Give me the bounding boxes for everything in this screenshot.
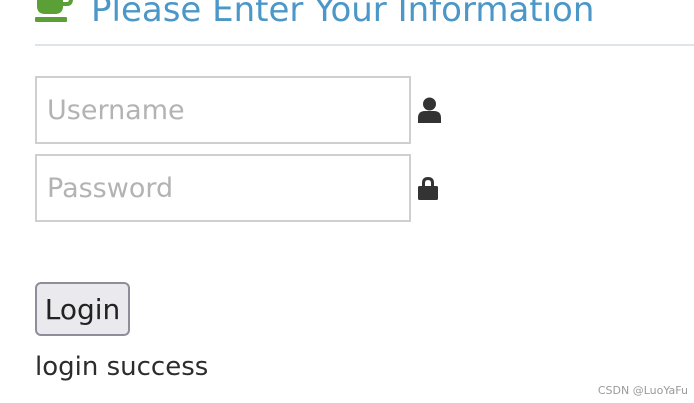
page-title: Please Enter Your Information — [91, 0, 595, 30]
status-message: login success — [35, 352, 209, 382]
coffee-cup-icon — [35, 0, 73, 22]
username-input[interactable] — [35, 76, 411, 144]
page-header: Please Enter Your Information — [35, 0, 694, 46]
user-icon — [418, 97, 441, 123]
login-button[interactable]: Login — [35, 282, 130, 336]
watermark: CSDN @LuoYaFu — [597, 384, 688, 397]
lock-icon — [418, 177, 438, 200]
password-input[interactable] — [35, 154, 411, 222]
